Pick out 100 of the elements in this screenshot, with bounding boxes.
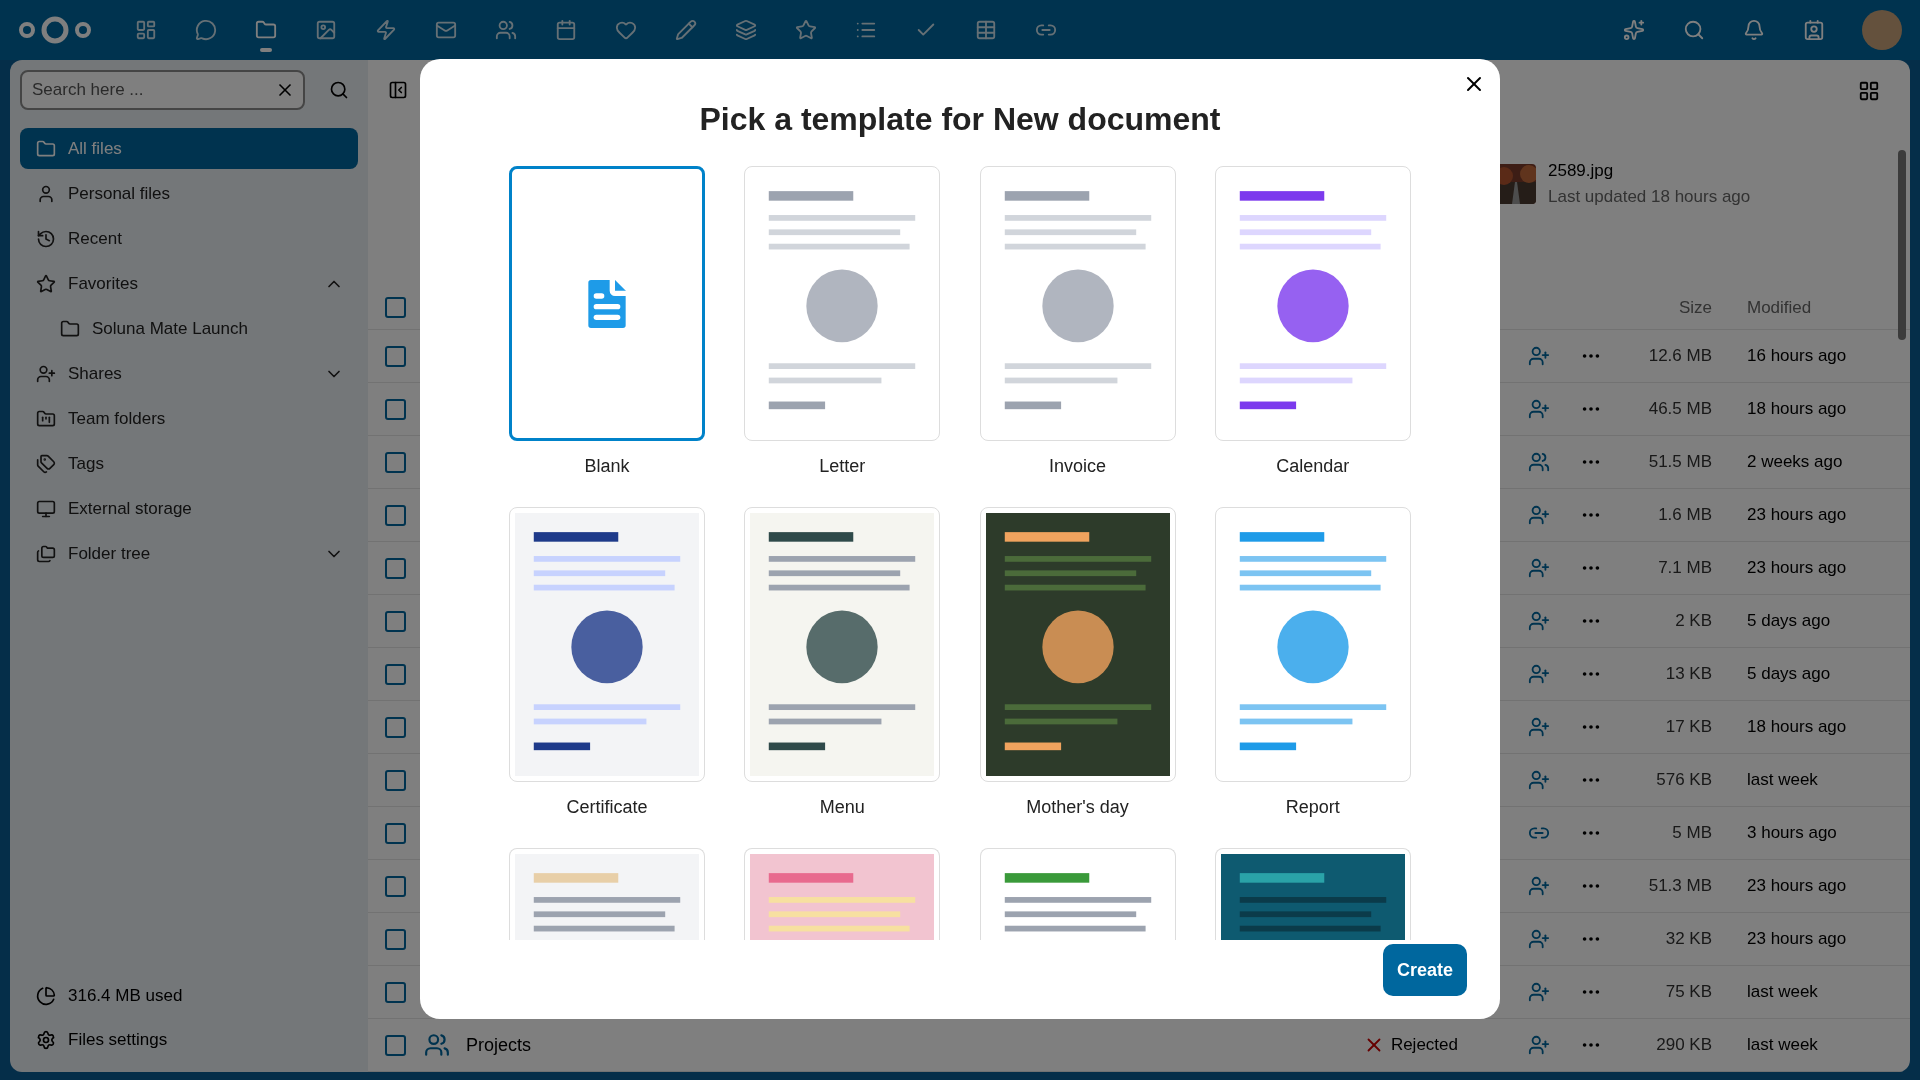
bell-icon[interactable]	[1743, 19, 1765, 41]
add-user-icon[interactable]	[1528, 769, 1550, 791]
checkbox[interactable]	[385, 875, 406, 897]
checkbox[interactable]	[385, 1034, 406, 1056]
file-size: 7.1 MB	[1657, 557, 1712, 580]
mail-icon	[435, 19, 457, 41]
column-header[interactable]: Modified	[1712, 295, 1882, 321]
pencil-icon	[675, 19, 697, 41]
file-size: 17 KB	[1664, 716, 1712, 739]
checkbox[interactable]	[385, 398, 406, 420]
add-user-icon[interactable]	[1528, 345, 1550, 367]
nav-item[interactable]: Shares	[20, 353, 358, 394]
add-user-icon[interactable]	[1528, 610, 1550, 632]
column-header[interactable]: Size	[1602, 295, 1712, 321]
settings-icon	[36, 1030, 56, 1050]
template-label: Calendar	[1276, 455, 1350, 478]
nav-item[interactable]: Tags	[20, 443, 358, 484]
file-size: 13 KB	[1664, 663, 1712, 686]
add-user-icon[interactable]	[1528, 928, 1550, 950]
app-icon	[195, 19, 217, 41]
modified-time: 23 hours ago	[1746, 504, 1848, 527]
modified-time: 23 hours ago	[1746, 875, 1848, 898]
create-button[interactable]: Create	[1382, 944, 1467, 996]
app-icon	[555, 19, 577, 41]
checkbox[interactable]	[385, 769, 406, 791]
add-user-icon[interactable]	[1528, 398, 1550, 420]
template-label: Letter	[819, 455, 866, 478]
modified-time: 18 hours ago	[1746, 716, 1848, 739]
modified-time: 2 weeks ago	[1746, 451, 1844, 474]
add-user-icon[interactable]	[1528, 716, 1550, 738]
add-user-icon[interactable]	[1528, 981, 1550, 1003]
avatar[interactable]	[1862, 10, 1902, 50]
recent-file-subtitle: Last updated 18 hours ago	[1548, 185, 1752, 208]
app-icon	[795, 19, 817, 41]
heart-icon	[615, 19, 637, 41]
checkbox[interactable]	[385, 610, 406, 632]
modified-time: last week	[1746, 981, 1819, 1004]
add-user-icon[interactable]	[1528, 1034, 1550, 1056]
file-size: 290 KB	[1655, 1034, 1712, 1057]
sidebar-toggle-icon[interactable]	[388, 80, 408, 100]
nav-item[interactable]: Folder tree	[20, 533, 358, 574]
file-size: 51.3 MB	[1647, 875, 1712, 898]
template-label: Invoice	[1048, 455, 1106, 478]
checkbox[interactable]	[385, 981, 406, 1003]
file-size: 51.5 MB	[1647, 451, 1712, 474]
checkbox[interactable]	[385, 822, 406, 844]
checkbox[interactable]	[385, 716, 406, 738]
add-user-icon[interactable]	[1528, 504, 1550, 526]
checkbox[interactable]	[385, 504, 406, 526]
add-user-icon[interactable]	[1528, 557, 1550, 579]
nav-item[interactable]: Personal files	[20, 173, 358, 214]
template-label: Menu	[819, 796, 865, 819]
add-user-icon[interactable]	[1528, 875, 1550, 897]
search-icon[interactable]	[329, 80, 349, 100]
quota-text: 316.4 MB used	[68, 985, 183, 1008]
file-size: 5 MB	[1671, 822, 1712, 845]
checkbox[interactable]	[385, 557, 406, 579]
app-icon	[315, 19, 337, 41]
checkbox[interactable]	[385, 663, 406, 685]
nav-item[interactable]: Favorites	[20, 263, 358, 304]
sparkles-icon[interactable]	[1623, 19, 1645, 41]
nav-item[interactable]: Soluna Mate Launch	[20, 308, 358, 349]
file-size: 1.6 MB	[1657, 504, 1712, 527]
modified-time: last week	[1746, 769, 1819, 792]
file-size: 75 KB	[1664, 981, 1712, 1004]
checkbox[interactable]	[385, 451, 406, 473]
checkbox[interactable]	[385, 345, 406, 367]
nav-item[interactable]: External storage	[20, 488, 358, 529]
modified-time: 23 hours ago	[1746, 557, 1848, 580]
search-field[interactable]: Search here ...	[20, 70, 305, 110]
star-icon	[36, 273, 56, 294]
team-folder-icon	[424, 1032, 450, 1058]
users-icon[interactable]	[1528, 451, 1550, 473]
modified-time: 18 hours ago	[1746, 398, 1848, 421]
nav-item[interactable]: Recent	[20, 218, 358, 259]
template-label: Report	[1285, 796, 1340, 819]
file-size: 2 KB	[1674, 610, 1712, 633]
history-icon	[36, 228, 56, 249]
recent-file-name[interactable]: 2589.jpg	[1548, 158, 1778, 184]
add-user-icon[interactable]	[1528, 663, 1550, 685]
file-size: 32 KB	[1664, 928, 1712, 951]
template-label: Blank	[584, 455, 630, 478]
grid-view-icon[interactable]	[1858, 80, 1880, 102]
modified-time: 3 hours ago	[1746, 822, 1838, 845]
app-icon	[375, 19, 397, 41]
file-name[interactable]: Projects	[466, 1031, 532, 1059]
nav-item[interactable]: All files	[20, 128, 358, 169]
nav-item[interactable]: Team folders	[20, 398, 358, 439]
modified-time: 16 hours ago	[1746, 345, 1848, 368]
modified-time: last week	[1746, 1034, 1819, 1057]
contact-card-icon[interactable]	[1803, 19, 1825, 41]
status-text: Rejected	[1390, 1034, 1458, 1057]
app-icon	[135, 19, 157, 41]
checkbox[interactable]	[385, 928, 406, 950]
checkbox[interactable]	[385, 297, 406, 319]
settings-link[interactable]: Files settings	[20, 1018, 358, 1062]
file-size: 46.5 MB	[1647, 398, 1712, 421]
search-icon[interactable]	[1683, 19, 1705, 41]
template-label: Certificate	[566, 796, 648, 819]
modified-time: 5 days ago	[1746, 610, 1832, 633]
